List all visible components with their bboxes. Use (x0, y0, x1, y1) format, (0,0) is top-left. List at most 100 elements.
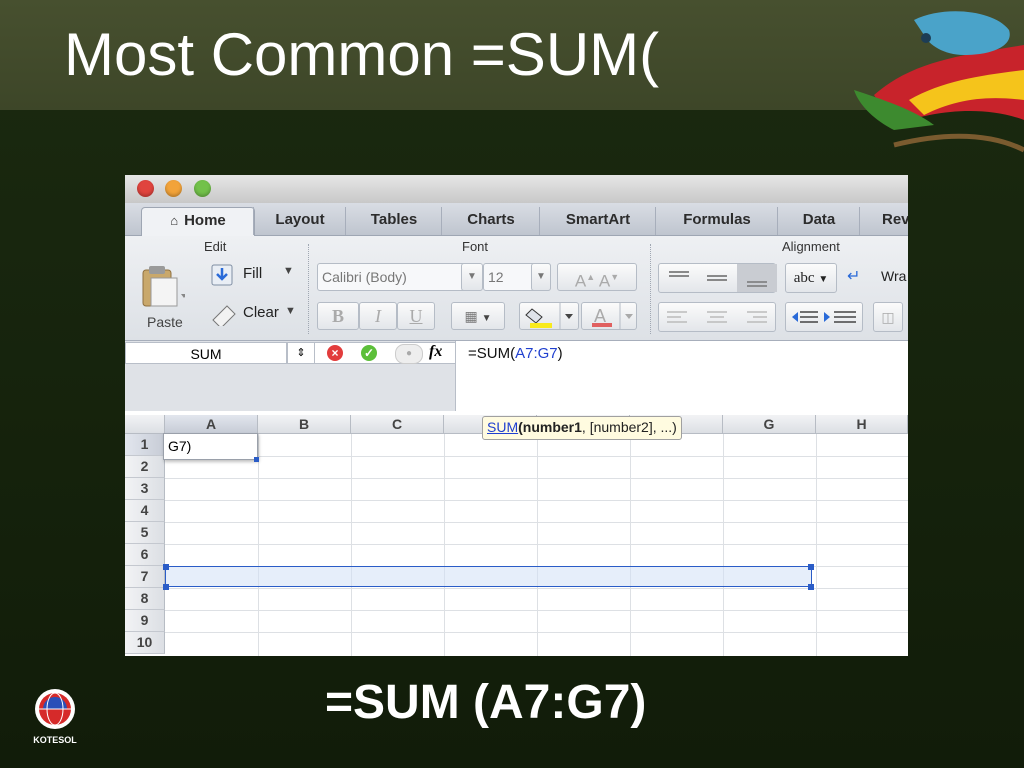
name-box[interactable]: SUM (125, 342, 287, 364)
range-handle[interactable] (808, 584, 814, 590)
function-tooltip: SUM(number1, [number2], ...) (482, 416, 682, 440)
column-header[interactable]: H (816, 415, 908, 434)
close-window-button[interactable] (137, 180, 154, 197)
formula-bar: SUM ⇕ × ✓ ● fx =SUM(A7:G7) (125, 341, 908, 411)
range-handle[interactable] (163, 564, 169, 570)
name-box-stepper-icon[interactable]: ⇕ (287, 342, 315, 364)
tab-tables[interactable]: Tables (345, 207, 442, 235)
cancel-icon[interactable]: × (327, 345, 343, 361)
tab-home[interactable]: ⌂ Home (141, 207, 255, 236)
formula-input[interactable]: =SUM(A7:G7) (468, 345, 563, 362)
tab-charts[interactable]: Charts (441, 207, 540, 235)
grid-line (258, 434, 259, 656)
row-header[interactable]: 1 (125, 434, 165, 456)
grid-line (165, 544, 908, 545)
column-header[interactable]: C (351, 415, 444, 434)
row-header[interactable]: 6 (125, 544, 165, 566)
fill-down-icon (211, 264, 233, 286)
column-header[interactable]: A (165, 415, 258, 434)
formula-builder-icon[interactable]: ● (395, 344, 423, 364)
active-cell-editor[interactable]: G7) (163, 433, 258, 460)
font-name-select[interactable]: Calibri (Body) (317, 263, 479, 291)
font-color-button[interactable]: A (581, 302, 637, 330)
indent-buttons[interactable] (785, 302, 863, 332)
range-handle[interactable] (808, 564, 814, 570)
range-handle[interactable] (163, 584, 169, 590)
grid-line (537, 434, 538, 656)
selected-range-a7-g7[interactable] (165, 566, 812, 587)
grid-line (444, 434, 445, 656)
borders-button[interactable]: ▦ ▼ (451, 302, 505, 330)
grid-line (351, 434, 352, 656)
wrap-orientation-button[interactable]: abc ▼ (785, 263, 837, 293)
paint-bucket-icon (525, 303, 573, 329)
vertical-align-buttons[interactable] (658, 263, 777, 293)
formula-buttons: × ✓ ● fx (315, 342, 455, 364)
excel-window: ⌂ Home Layout Tables Charts SmartArt Form… (125, 175, 908, 656)
paste-button[interactable] (139, 264, 187, 312)
bottom-formula-caption: =SUM (A7:G7) (325, 676, 647, 729)
tab-data[interactable]: Data (777, 207, 860, 235)
italic-button[interactable]: I (359, 302, 397, 330)
check-icon[interactable]: ✓ (361, 345, 377, 361)
bold-button[interactable]: B (317, 302, 359, 330)
chevron-down-icon[interactable]: ▼ (531, 263, 551, 291)
tab-layout[interactable]: Layout (253, 207, 346, 235)
select-all-corner[interactable] (125, 415, 165, 434)
clear-button[interactable]: Clear ▼ (209, 302, 305, 328)
row-header[interactable]: 5 (125, 522, 165, 544)
row-header[interactable]: 10 (125, 632, 165, 654)
zoom-window-button[interactable] (194, 180, 211, 197)
grid-line (165, 456, 908, 457)
worksheet-grid[interactable]: A B C D E F G H 1 2 3 4 5 6 7 8 9 10 (125, 415, 908, 656)
group-label-edit: Edit (204, 239, 227, 254)
group-label-alignment: Alignment (782, 239, 840, 254)
grid-line (165, 500, 908, 501)
home-icon: ⌂ (170, 213, 179, 228)
function-help-link[interactable]: SUM (487, 419, 518, 435)
clear-label: Clear (243, 304, 279, 321)
group-label-font: Font (462, 239, 489, 254)
grid-line (723, 434, 724, 656)
font-color-icon: A (592, 303, 633, 329)
namebox-area: SUM ⇕ × ✓ ● fx (125, 341, 455, 411)
grid-line (165, 588, 908, 589)
indent-icon (792, 311, 856, 323)
slide-title: Most Common =SUM( (64, 21, 660, 88)
tab-formulas[interactable]: Formulas (655, 207, 778, 235)
row-header[interactable]: 4 (125, 500, 165, 522)
row-header[interactable]: 9 (125, 610, 165, 632)
row-header[interactable]: 3 (125, 478, 165, 500)
row-header[interactable]: 7 (125, 566, 165, 588)
fill-button[interactable]: Fill ▼ (211, 264, 301, 290)
group-separator (308, 244, 309, 334)
eraser-icon (212, 305, 236, 326)
fill-color-button[interactable] (519, 302, 579, 330)
column-header[interactable]: B (258, 415, 351, 434)
group-separator (650, 244, 651, 334)
merge-cells-button[interactable]: ◫ (873, 302, 903, 332)
grid-line (165, 610, 908, 611)
align-lines-icon (669, 264, 777, 292)
chevron-down-icon[interactable]: ▼ (461, 263, 483, 291)
fx-icon[interactable]: fx (429, 343, 442, 361)
cell-handle[interactable] (254, 457, 259, 462)
slide-background: Most Common =SUM( ⌂ Home Layout Tables Ch… (0, 0, 1024, 768)
grid-line (165, 632, 908, 633)
chevron-down-icon: ▼ (283, 265, 294, 277)
row-header[interactable]: 8 (125, 588, 165, 610)
chameleon-illustration (854, 11, 1024, 153)
wrap-text-button[interactable]: ↵ Wra (847, 266, 908, 292)
tab-review[interactable]: Rev (859, 207, 908, 235)
tab-smartart[interactable]: SmartArt (539, 207, 656, 235)
wrap-text-icon: ↵ (847, 268, 861, 285)
chevron-down-icon: ▼ (481, 313, 492, 324)
grid-line (165, 522, 908, 523)
underline-button[interactable]: U (397, 302, 435, 330)
minimize-window-button[interactable] (165, 180, 182, 197)
font-size-grow-shrink[interactable]: A▲ A▼ (557, 263, 637, 291)
horizontal-align-buttons[interactable] (658, 302, 776, 332)
column-header[interactable]: G (723, 415, 816, 434)
row-header[interactable]: 2 (125, 456, 165, 478)
grid-line (165, 478, 908, 479)
